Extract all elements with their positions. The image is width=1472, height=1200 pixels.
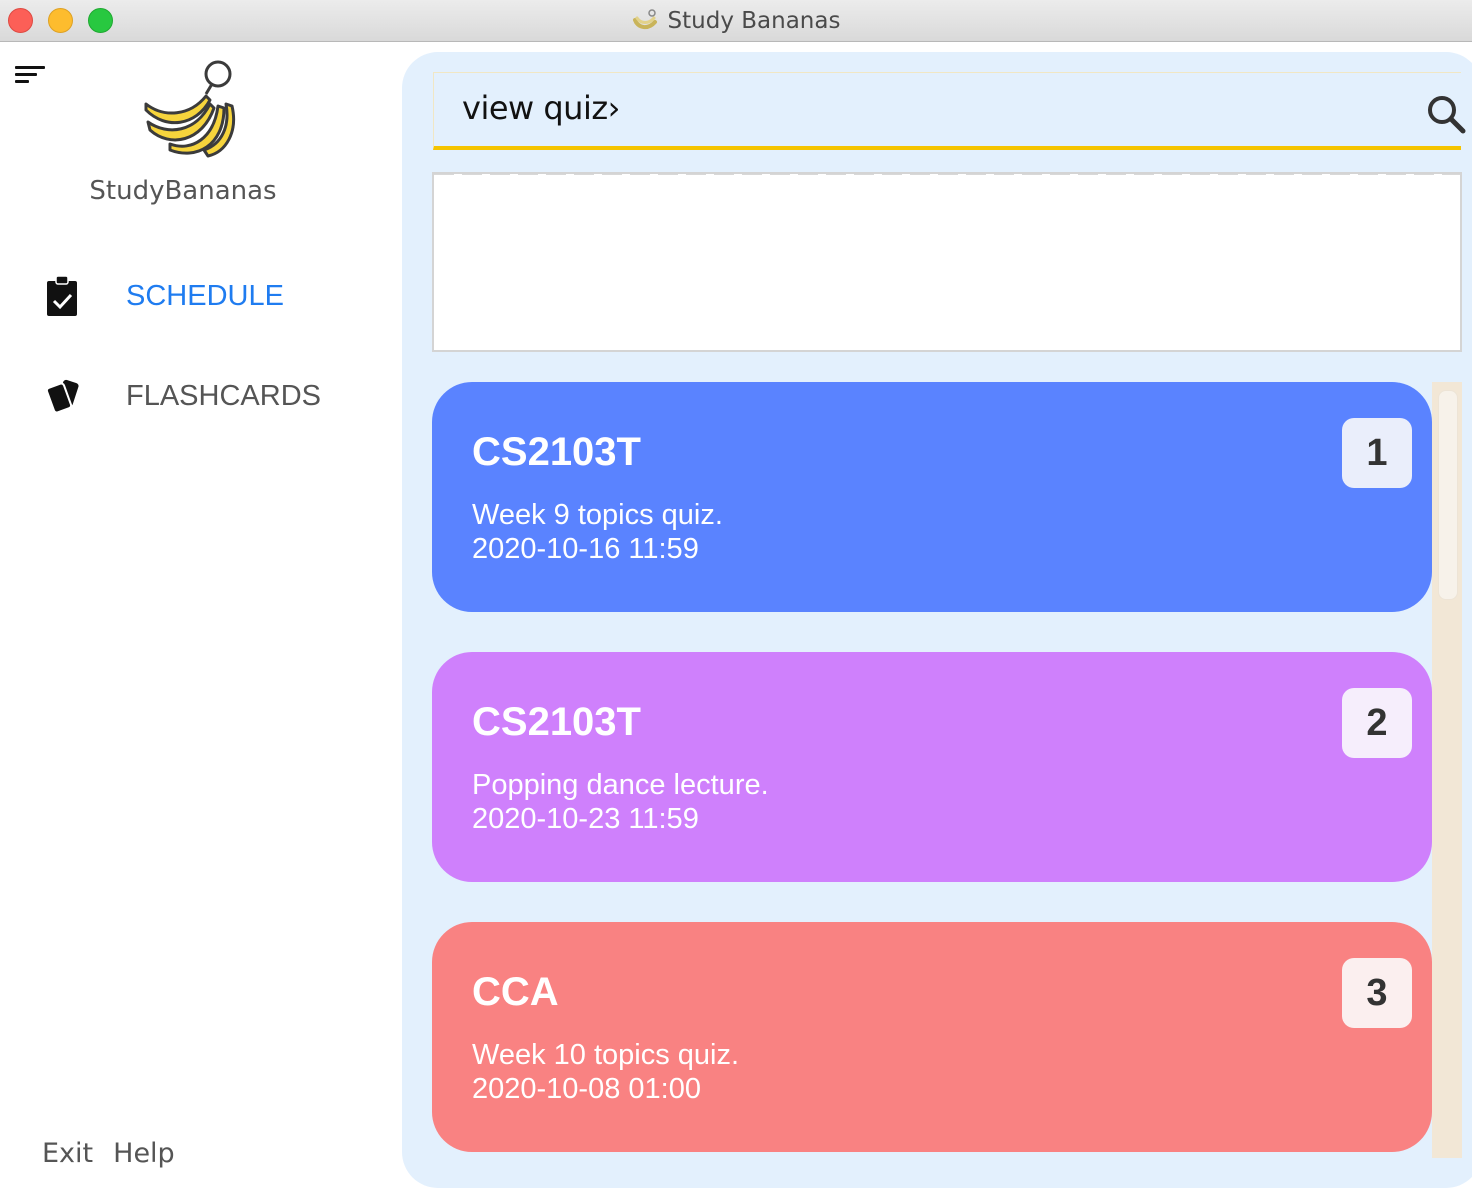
task-title: CS2103T — [472, 700, 641, 744]
task-card[interactable]: CS2103T Popping dance lecture. 2020-10-2… — [432, 652, 1432, 882]
cards-icon — [40, 370, 92, 422]
command-box[interactable]: view quiz› — [433, 72, 1466, 150]
clipboard-check-icon — [40, 270, 92, 322]
window-title: Study Bananas — [667, 8, 841, 34]
main-panel: view quiz› CS2103T Week 9 topics quiz. 2… — [402, 52, 1472, 1188]
help-link[interactable]: Help — [113, 1138, 175, 1169]
banana-logo-icon — [144, 60, 235, 158]
sidebar-item-label: FLASHCARDS — [126, 379, 321, 412]
sidebar-item-flashcards[interactable]: FLASHCARDS — [40, 366, 321, 426]
task-card[interactable]: CS2103T Week 9 topics quiz. 2020-10-16 1… — [432, 382, 1432, 612]
task-title: CCA — [472, 970, 559, 1014]
task-datetime: 2020-10-16 11:59 — [472, 533, 699, 565]
result-display[interactable] — [432, 172, 1462, 352]
task-index-badge: 2 — [1342, 688, 1412, 758]
task-details: Popping dance lecture. 2020-10-23 11:59 — [472, 768, 769, 836]
exit-link[interactable]: Exit — [42, 1138, 93, 1169]
banana-title-icon — [632, 9, 657, 29]
app-name: StudyBananas — [89, 176, 277, 206]
search-icon[interactable] — [1425, 93, 1467, 135]
command-input[interactable]: view quiz› — [462, 89, 620, 127]
sidebar: StudyBananas SCHEDULE FLASHCARDS Exit He… — [0, 42, 400, 1198]
task-datetime: 2020-10-08 01:00 — [472, 1073, 701, 1105]
task-details: Week 9 topics quiz. 2020-10-16 11:59 — [472, 498, 723, 566]
sidebar-footer: Exit Help — [42, 1138, 175, 1169]
task-index-badge: 3 — [1342, 958, 1412, 1028]
title-bar: Study Bananas — [0, 0, 1472, 42]
scrollbar-thumb[interactable] — [1438, 390, 1458, 600]
app-window: Study Bananas StudyBananas SCHEDULE FLAS… — [0, 0, 1472, 1200]
task-list[interactable]: CS2103T Week 9 topics quiz. 2020-10-16 1… — [432, 382, 1434, 1158]
menu-icon[interactable] — [15, 66, 45, 88]
task-datetime: 2020-10-23 11:59 — [472, 803, 699, 835]
task-title: CS2103T — [472, 430, 641, 474]
task-index-badge: 1 — [1342, 418, 1412, 488]
sidebar-item-label: SCHEDULE — [126, 279, 284, 312]
window-title-group: Study Bananas — [0, 0, 1472, 42]
sidebar-item-schedule[interactable]: SCHEDULE — [40, 266, 284, 326]
task-description: Popping dance lecture. — [472, 769, 769, 801]
task-description: Week 9 topics quiz. — [472, 499, 723, 531]
task-description: Week 10 topics quiz. — [472, 1039, 740, 1071]
task-details: Week 10 topics quiz. 2020-10-08 01:00 — [472, 1038, 739, 1106]
task-card[interactable]: CCA Week 10 topics quiz. 2020-10-08 01:0… — [432, 922, 1432, 1152]
